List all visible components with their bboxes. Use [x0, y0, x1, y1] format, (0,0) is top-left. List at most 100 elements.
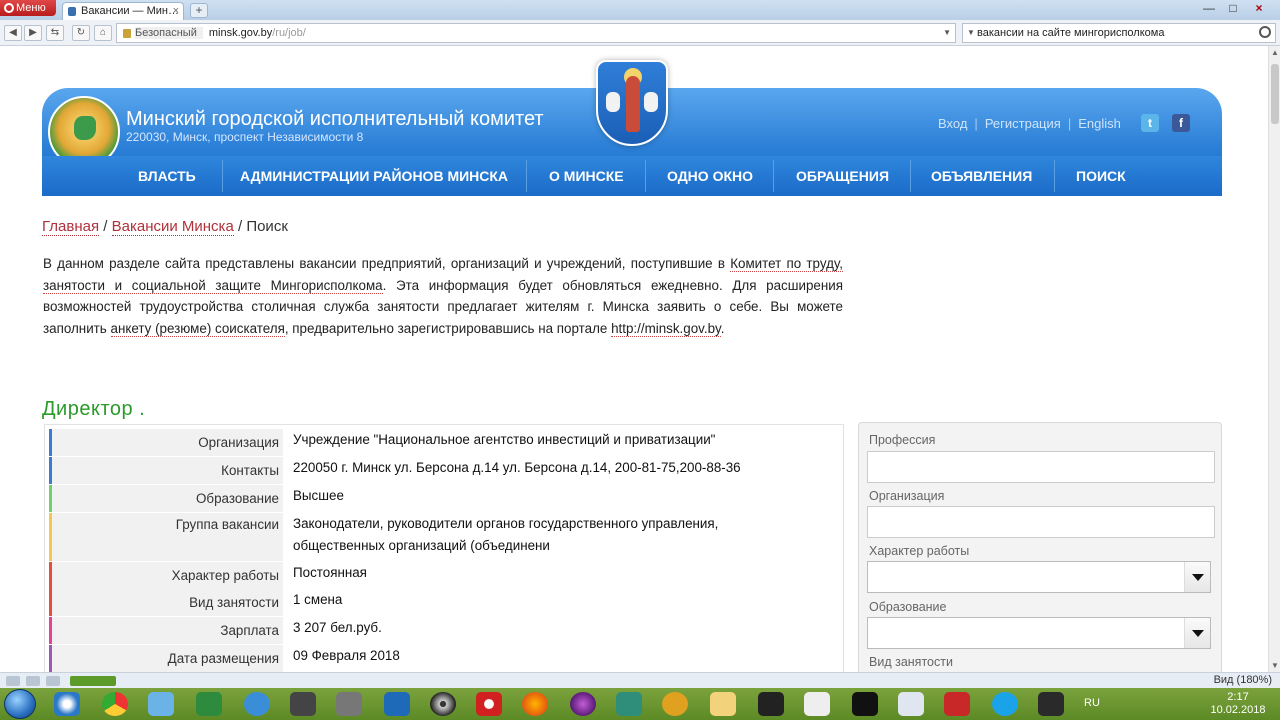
intro-text: , предварительно зарегистрировавшись на …	[284, 320, 612, 336]
language-indicator[interactable]: RU	[1084, 697, 1100, 709]
url-field[interactable]: Безопасный minsk.gov.by/ru/job/ ▼	[116, 23, 956, 43]
app-icon[interactable]	[290, 692, 316, 716]
row-value: 1 смена	[293, 592, 343, 607]
history-icon[interactable]: ⇆	[46, 25, 64, 41]
app-icon[interactable]	[804, 692, 830, 716]
portal-link[interactable]: http://minsk.gov.by	[611, 320, 721, 337]
employment-label: Вид занятости	[869, 655, 953, 669]
app-icon[interactable]	[616, 692, 642, 716]
scroll-down-icon[interactable]: ▼	[1271, 661, 1279, 670]
organization-input[interactable]	[867, 506, 1215, 538]
work-type-select[interactable]	[867, 561, 1211, 593]
row-label: Вид занятости	[49, 589, 283, 616]
nav-item-search[interactable]: ПОИСК	[1076, 156, 1126, 196]
media-disc-icon[interactable]	[430, 692, 456, 716]
panel-toggle-icon[interactable]	[6, 676, 20, 686]
forward-icon[interactable]: ▶	[24, 25, 42, 41]
chevron-down-icon[interactable]	[1184, 618, 1210, 648]
sync-icon[interactable]	[26, 676, 40, 686]
firefox-icon[interactable]	[522, 692, 548, 716]
app-icon[interactable]	[336, 692, 362, 716]
system-clock[interactable]: 2:17 10.02.2018	[1210, 691, 1266, 717]
ie-icon[interactable]	[54, 692, 80, 716]
browser-search-field[interactable]: ▼ вакансии на сайте мингорисполкома	[962, 23, 1276, 43]
clock-date: 10.02.2018	[1210, 704, 1266, 716]
app-icon[interactable]	[384, 692, 410, 716]
nav-item-appeals[interactable]: ОБРАЩЕНИЯ	[796, 156, 889, 196]
education-select[interactable]	[867, 617, 1211, 649]
window-close-button[interactable]: ×	[1248, 0, 1270, 16]
chrome-icon[interactable]	[102, 692, 128, 716]
browser-tab-active[interactable]: Вакансии — Мин… ×	[62, 2, 184, 20]
url-dropdown-icon[interactable]: ▼	[943, 24, 951, 42]
chevron-down-icon[interactable]	[1184, 562, 1210, 592]
app-icon[interactable]	[570, 692, 596, 716]
folder-icon[interactable]	[710, 692, 736, 716]
tab-close-icon[interactable]: ×	[173, 3, 179, 19]
breadcrumb-home[interactable]: Главная	[42, 218, 100, 236]
register-link[interactable]: Регистрация	[985, 116, 1061, 131]
resume-form-link[interactable]: анкету (резюме) соискателя	[110, 320, 285, 337]
facebook-icon[interactable]: f	[1172, 114, 1190, 132]
education-label: Образование	[869, 600, 947, 614]
window-minimize-button[interactable]: —	[1198, 0, 1220, 16]
window-maximize-button[interactable]: □	[1222, 0, 1244, 16]
turbo-icon[interactable]	[46, 676, 60, 686]
row-label: Дата размещения	[49, 645, 283, 672]
nav-item-vlast[interactable]: ВЛАСТЬ	[138, 156, 196, 196]
security-label[interactable]: Безопасный	[135, 27, 203, 39]
headphones-icon[interactable]	[662, 692, 688, 716]
start-button[interactable]	[4, 689, 36, 719]
browser-address-bar: ◀ ▶ ⇆ ↻ ⌂ Безопасный minsk.gov.by/ru/job/…	[0, 20, 1280, 46]
row-value: 220050 г. Минск ул. Берсона д.14 ул. Бер…	[293, 460, 741, 475]
search-icon[interactable]	[1259, 26, 1271, 38]
vacancy-search-panel: Профессия Организация Характер работы Об…	[858, 422, 1222, 682]
video-editor-icon[interactable]	[758, 692, 784, 716]
browser-menu-label: Меню	[16, 2, 46, 14]
breadcrumb-current: Поиск	[246, 218, 288, 235]
profession-input[interactable]	[867, 451, 1215, 483]
search-engine-dropdown-icon[interactable]: ▼	[967, 24, 975, 42]
browser-globe-icon[interactable]	[244, 692, 270, 716]
document-icon[interactable]	[196, 692, 222, 716]
nav-item-about-minsk[interactable]: О МИНСКЕ	[549, 156, 624, 196]
scrollbar-thumb[interactable]	[1271, 64, 1279, 124]
english-link[interactable]: English	[1078, 116, 1121, 131]
breadcrumb-vacancies[interactable]: Вакансии Минска	[111, 218, 234, 236]
site-title[interactable]: Минский городской исполнительный комитет	[126, 108, 544, 131]
link-separator: |	[974, 116, 978, 131]
messenger-icon[interactable]	[148, 692, 174, 716]
opera-icon[interactable]	[476, 692, 502, 716]
windows-taskbar: RU 2:17 10.02.2018	[0, 688, 1280, 720]
nav-item-districts[interactable]: АДМИНИСТРАЦИИ РАЙОНОВ МИНСКА	[240, 156, 508, 196]
back-icon[interactable]: ◀	[4, 25, 22, 41]
app-icon[interactable]	[852, 692, 878, 716]
nav-item-announcements[interactable]: ОБЪЯВЛЕНИЯ	[931, 156, 1032, 196]
nav-item-one-window[interactable]: ОДНО ОКНО	[667, 156, 753, 196]
row-value: 09 Февраля 2018	[293, 648, 400, 663]
skype-icon[interactable]	[992, 692, 1018, 716]
minsk-coat-of-arms-icon[interactable]	[596, 60, 668, 146]
row-label: Группа вакансии	[49, 513, 283, 561]
site-address: 220030, Минск, проспект Независимости 8	[126, 130, 364, 144]
twitter-icon[interactable]: t	[1141, 114, 1159, 132]
lock-icon	[123, 28, 131, 38]
scroll-up-icon[interactable]: ▲	[1271, 48, 1279, 57]
monitor-icon[interactable]	[1038, 692, 1064, 716]
speed-dial-icon[interactable]	[70, 676, 116, 686]
new-tab-button[interactable]: +	[190, 3, 208, 18]
clock-time: 2:17	[1227, 691, 1249, 703]
browser-menu-button[interactable]: Меню	[0, 0, 56, 16]
zoom-level[interactable]: Вид (180%)	[1214, 674, 1272, 686]
browser-tab-bar: Меню Вакансии — Мин… × + — □ ×	[0, 0, 1280, 20]
reload-icon[interactable]: ↻	[72, 25, 90, 41]
row-value: Постоянная	[293, 565, 367, 580]
home-icon[interactable]: ⌂	[94, 25, 112, 41]
row-label: Организация	[49, 429, 283, 456]
vacancy-title[interactable]: Директор .	[42, 398, 145, 421]
app-icon[interactable]	[944, 692, 970, 716]
notepad-icon[interactable]	[898, 692, 924, 716]
url-path: /ru/job/	[272, 27, 306, 39]
page-scrollbar[interactable]: ▲ ▼	[1268, 46, 1280, 672]
login-link[interactable]: Вход	[938, 116, 967, 131]
